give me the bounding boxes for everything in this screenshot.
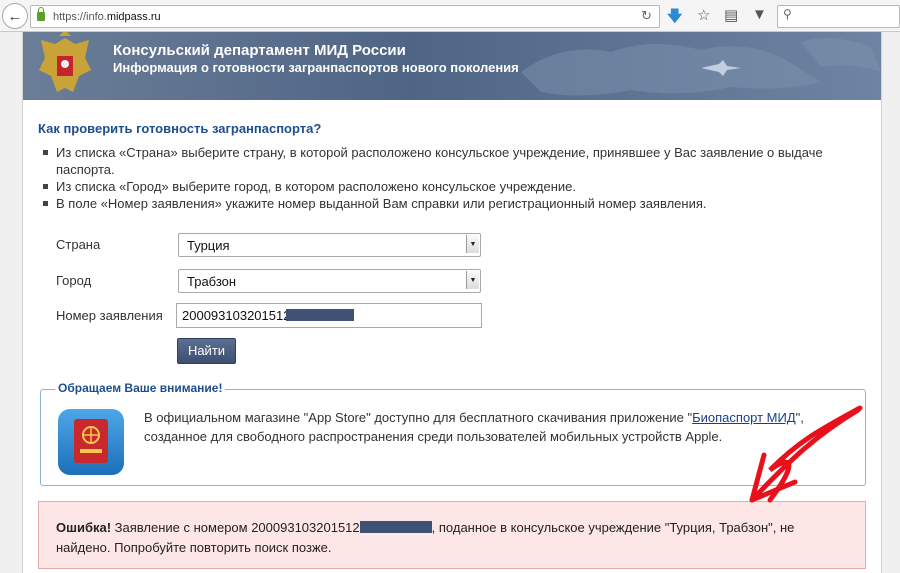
search-bar[interactable]: ⚲ xyxy=(777,5,900,28)
chevron-down-icon[interactable]: ▼ xyxy=(466,235,479,253)
error-message-box: Ошибка! Заявление с номером 200093103201… xyxy=(38,501,866,569)
address-bar[interactable]: https://info.midpass.ru ↻ xyxy=(30,5,660,28)
browser-toolbar: ← https://info.midpass.ru ↻ 🡇 ☆ ▤ ▼ ⚲ xyxy=(0,0,900,32)
url-text: https://info.midpass.ru xyxy=(53,10,161,23)
site-title: Консульский департамент МИД России xyxy=(113,42,406,59)
city-label: Город xyxy=(56,273,92,288)
search-icon: ⚲ xyxy=(783,7,792,21)
web-page: Консульский департамент МИД России Инфор… xyxy=(22,32,882,573)
back-arrow-icon[interactable]: ← xyxy=(2,3,28,29)
reload-icon[interactable]: ↻ xyxy=(641,8,652,24)
site-subtitle: Информация о готовности загранпаспортов … xyxy=(113,60,519,75)
reading-list-icon[interactable]: ▤ xyxy=(724,6,738,24)
city-select[interactable]: Трабзон ▼ xyxy=(178,269,481,293)
list-item: Из списка «Город» выберите город, в кото… xyxy=(41,178,861,195)
country-label: Страна xyxy=(56,237,101,252)
error-text: Ошибка! Заявление с номером 200093103201… xyxy=(56,520,795,555)
error-label: Ошибка! xyxy=(56,520,112,535)
russian-coat-of-arms-icon xyxy=(39,32,91,92)
redaction-block xyxy=(286,309,354,321)
notice-legend: Обращаем Ваше внимание! xyxy=(55,381,226,395)
application-number-input[interactable]: 200093103201512 xyxy=(176,303,482,328)
instructions-heading: Как проверить готовность загранпаспорта? xyxy=(38,121,322,136)
country-value: Турция xyxy=(187,238,230,253)
application-number-value: 200093103201512 xyxy=(182,308,291,323)
lock-icon xyxy=(37,7,45,21)
star-bookmark-icon[interactable]: ☆ xyxy=(697,6,710,24)
application-number-label: Номер заявления xyxy=(56,308,163,323)
redaction-block xyxy=(359,521,432,533)
biopassport-link[interactable]: Биопаспорт МИД xyxy=(692,410,796,425)
biopassport-app-icon[interactable] xyxy=(58,409,124,475)
pocket-icon[interactable]: ▼ xyxy=(752,6,767,23)
list-item: В поле «Номер заявления» укажите номер в… xyxy=(41,195,861,212)
notice-box: Обращаем Ваше внимание! В официальном ма… xyxy=(40,381,866,486)
site-header-banner: Консульский департамент МИД России Инфор… xyxy=(23,32,881,100)
download-icon[interactable]: 🡇 xyxy=(667,6,682,31)
city-value: Трабзон xyxy=(187,274,237,289)
list-item: Из списка «Страна» выберите страну, в ко… xyxy=(41,144,861,178)
instructions-list: Из списка «Страна» выберите страну, в ко… xyxy=(41,144,861,212)
country-select[interactable]: Турция ▼ xyxy=(178,233,481,257)
chevron-down-icon[interactable]: ▼ xyxy=(466,271,479,289)
notice-text: В официальном магазине "App Store" досту… xyxy=(144,410,804,444)
find-button[interactable]: Найти xyxy=(177,338,236,364)
